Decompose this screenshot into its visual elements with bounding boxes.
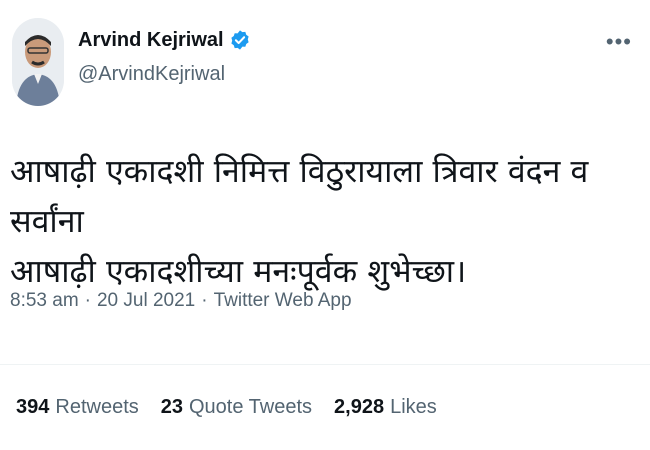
meta-separator: · [84, 290, 91, 311]
tweet-stats: 394 Retweets 23 Quote Tweets 2,928 Likes [16, 396, 437, 419]
retweets-count: 394 [16, 396, 50, 418]
meta-separator: · [201, 290, 208, 311]
tweet-time[interactable]: 8:53 am [10, 290, 79, 312]
verified-badge-icon [229, 29, 251, 51]
retweets-label: Retweets [55, 396, 139, 418]
likes-stat[interactable]: 2,928 Likes [334, 396, 437, 419]
tweet-text: आषाढ़ी एकादशी निमित्त विठुरायाला त्रिवार… [10, 146, 630, 296]
likes-count: 2,928 [334, 396, 385, 418]
tweet-header: Arvind Kejriwal @ArvindKejriwal ••• [12, 18, 638, 114]
divider [0, 364, 650, 365]
tweet-text-line: आषाढ़ी एकादशी निमित्त विठुरायाला त्रिवार… [10, 152, 589, 240]
tweet-meta: 8:53 am · 20 Jul 2021 · Twitter Web App [10, 290, 352, 312]
quote-tweets-label: Quote Tweets [189, 396, 313, 418]
tweet-source[interactable]: Twitter Web App [214, 290, 352, 312]
likes-label: Likes [390, 396, 437, 418]
quote-tweets-stat[interactable]: 23 Quote Tweets [161, 396, 312, 419]
tweet-text-line: आषाढ़ी एकादशीच्या मनःपूर्वक शुभेच्छा। [10, 252, 467, 290]
display-name[interactable]: Arvind Kejriwal [78, 28, 224, 52]
handle[interactable]: @ArvindKejriwal [78, 62, 251, 86]
author-names: Arvind Kejriwal @ArvindKejriwal [78, 28, 251, 86]
tweet-date[interactable]: 20 Jul 2021 [97, 290, 195, 312]
quote-tweets-count: 23 [160, 396, 183, 418]
avatar[interactable] [12, 18, 64, 106]
more-horizontal-icon[interactable]: ••• [606, 31, 632, 53]
retweets-stat[interactable]: 394 Retweets [16, 396, 139, 419]
